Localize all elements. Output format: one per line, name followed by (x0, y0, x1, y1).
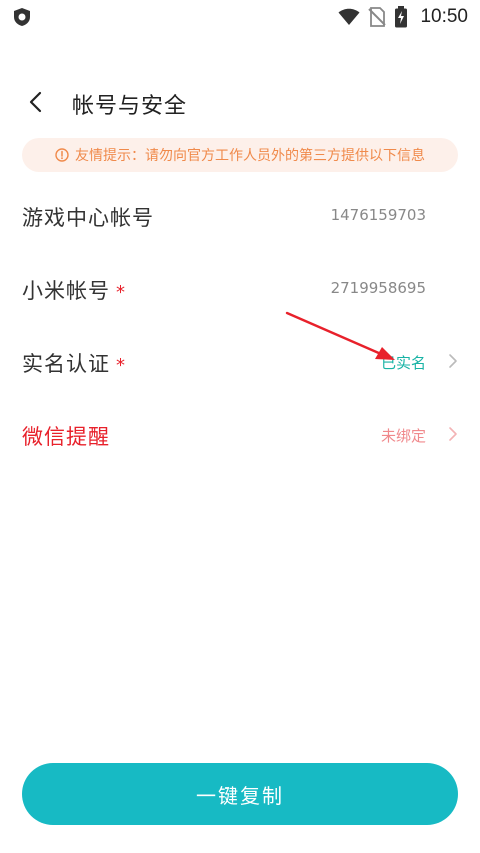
verification-status: 已实名 (380, 354, 426, 372)
row-label: 实名认证 * (22, 348, 126, 378)
chevron-right-icon (449, 354, 457, 368)
wifi-icon (338, 8, 360, 25)
battery-charging-icon (395, 6, 408, 28)
row-label: 小米帐号 * (22, 275, 126, 305)
row-label-text: 实名认证 (22, 352, 110, 376)
required-star: * (116, 282, 126, 303)
row-label-text: 小米帐号 (22, 279, 110, 303)
row-real-name-verification[interactable]: 实名认证 * 已实名 (0, 336, 480, 386)
row-wechat-reminder[interactable]: 微信提醒 未绑定 (0, 409, 480, 459)
copy-all-button[interactable]: 一键复制 (22, 763, 458, 825)
row-label: 微信提醒 (22, 425, 110, 449)
required-star: * (116, 355, 126, 376)
row-xiaomi-account: 小米帐号 * 2719958695 (0, 263, 480, 313)
chevron-right-icon (449, 427, 457, 441)
row-value: 1476159703 (330, 206, 426, 224)
back-arrow-icon[interactable] (24, 90, 48, 114)
tip-text: 友情提示：请勿向官方工作人员外的第三方提供以下信息 (75, 148, 425, 164)
binding-status: 未绑定 (380, 427, 426, 445)
status-icons: 10:50 (338, 0, 468, 34)
page-title: 帐号与安全 (72, 94, 188, 119)
tip-banner: 友情提示：请勿向官方工作人员外的第三方提供以下信息 (22, 138, 458, 172)
shield-icon (14, 8, 30, 26)
status-bar: 10:50 (0, 0, 480, 34)
row-label: 游戏中心帐号 (22, 206, 154, 230)
row-game-center-account: 游戏中心帐号 1476159703 (0, 190, 480, 240)
header: 帐号与安全 (0, 80, 480, 124)
row-value: 2719958695 (330, 279, 426, 297)
no-sim-icon (368, 7, 387, 27)
info-circle-icon (55, 148, 69, 162)
status-time: 10:50 (420, 6, 468, 27)
